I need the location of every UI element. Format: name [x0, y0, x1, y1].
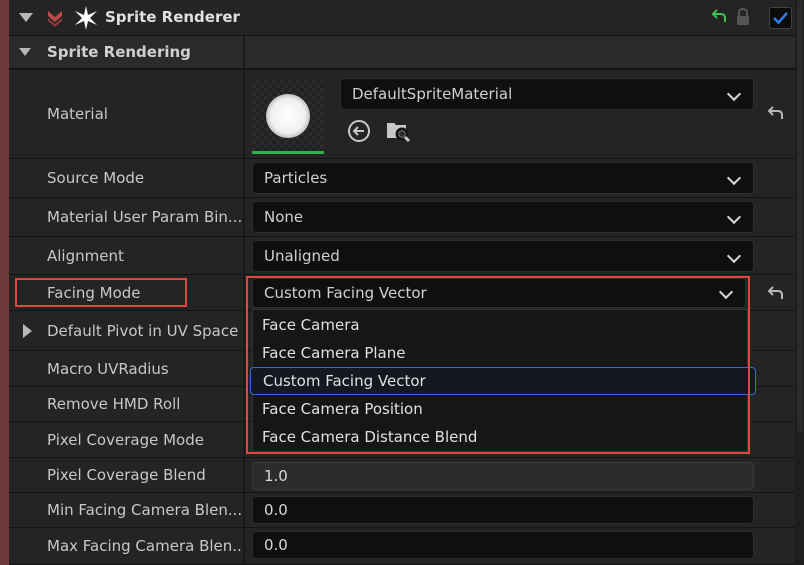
chevron-down-icon — [726, 170, 742, 186]
remove-hmd-roll-label: Remove HMD Roll — [47, 395, 181, 413]
column-divider — [243, 159, 245, 197]
column-divider — [243, 198, 245, 236]
header-title: Sprite Renderer — [105, 8, 240, 26]
thumbnail-indicator-bar — [252, 151, 324, 154]
column-divider — [243, 237, 245, 274]
sprite-preview-ball — [266, 94, 310, 138]
alignment-value: Unaligned — [264, 247, 340, 265]
pixel-coverage-blend-label: Pixel Coverage Blend — [47, 466, 206, 484]
column-divider — [243, 36, 245, 69]
source-mode-label: Source Mode — [47, 169, 145, 187]
material-combo[interactable]: DefaultSpriteMaterial — [340, 78, 754, 110]
chevron-down-icon — [726, 209, 742, 225]
reset-to-default-icon[interactable] — [766, 104, 786, 124]
chevron-down-icon — [726, 248, 742, 264]
macro-uvradius-label: Macro UVRadius — [47, 359, 169, 378]
column-divider — [243, 528, 245, 564]
reset-to-default-icon[interactable] — [766, 284, 786, 304]
material-user-param-value: None — [264, 208, 304, 226]
pixel-coverage-blend-value: 1.0 — [264, 467, 288, 485]
column-divider — [243, 70, 245, 158]
max-facing-value: 0.0 — [264, 536, 288, 554]
material-thumbnail[interactable] — [252, 80, 324, 154]
emitter-chevron-icon — [48, 11, 62, 27]
section-header[interactable]: Sprite Rendering — [9, 36, 795, 69]
collapse-arrow-icon[interactable] — [19, 13, 33, 22]
source-mode-value: Particles — [264, 169, 328, 187]
facing-mode-label-highlight — [15, 278, 187, 307]
min-facing-field[interactable]: 0.0 — [252, 496, 754, 524]
reset-green-icon[interactable] — [709, 8, 729, 28]
column-divider — [243, 493, 245, 527]
source-mode-combo[interactable]: Particles — [252, 162, 754, 194]
max-facing-field[interactable]: 0.0 — [252, 531, 754, 559]
column-divider — [243, 351, 245, 386]
alignment-combo[interactable]: Unaligned — [252, 240, 754, 272]
checkmark-icon — [773, 12, 788, 25]
sprite-star-icon — [75, 6, 97, 30]
default-pivot-label: Default Pivot in UV Space — [47, 321, 239, 340]
material-label: Material — [47, 105, 108, 123]
max-facing-label: Max Facing Camera Blen... — [47, 537, 247, 555]
material-user-param-combo[interactable]: None — [252, 201, 754, 233]
expand-arrow-icon[interactable] — [23, 324, 32, 338]
scrollbar-thumb[interactable] — [797, 0, 803, 432]
alignment-label: Alignment — [47, 246, 124, 265]
section-collapse-icon[interactable] — [19, 48, 31, 56]
lock-icon[interactable] — [735, 7, 751, 27]
chevron-down-icon — [726, 86, 742, 102]
column-divider — [243, 275, 245, 310]
min-facing-value: 0.0 — [264, 501, 288, 519]
section-title: Sprite Rendering — [47, 43, 191, 61]
column-divider — [243, 387, 245, 421]
browse-asset-icon[interactable] — [384, 118, 412, 144]
material-user-param-label: Material User Param Bin... — [47, 208, 243, 226]
pixel-coverage-mode-label: Pixel Coverage Mode — [47, 430, 204, 449]
enabled-checkbox[interactable] — [769, 7, 792, 29]
left-accent-bar — [0, 0, 9, 565]
material-value: DefaultSpriteMaterial — [352, 85, 513, 103]
pixel-coverage-blend-field[interactable]: 1.0 — [252, 462, 754, 490]
column-divider — [243, 422, 245, 457]
use-selected-asset-icon[interactable] — [346, 118, 372, 144]
column-divider — [243, 458, 245, 492]
facing-mode-dropdown-highlight — [246, 276, 750, 454]
column-divider — [243, 311, 245, 350]
component-header: Sprite Renderer — [9, 0, 795, 36]
min-facing-label: Min Facing Camera Blen... — [47, 501, 243, 519]
details-panel: Sprite Renderer Sprite Rendering Materia… — [0, 0, 804, 565]
